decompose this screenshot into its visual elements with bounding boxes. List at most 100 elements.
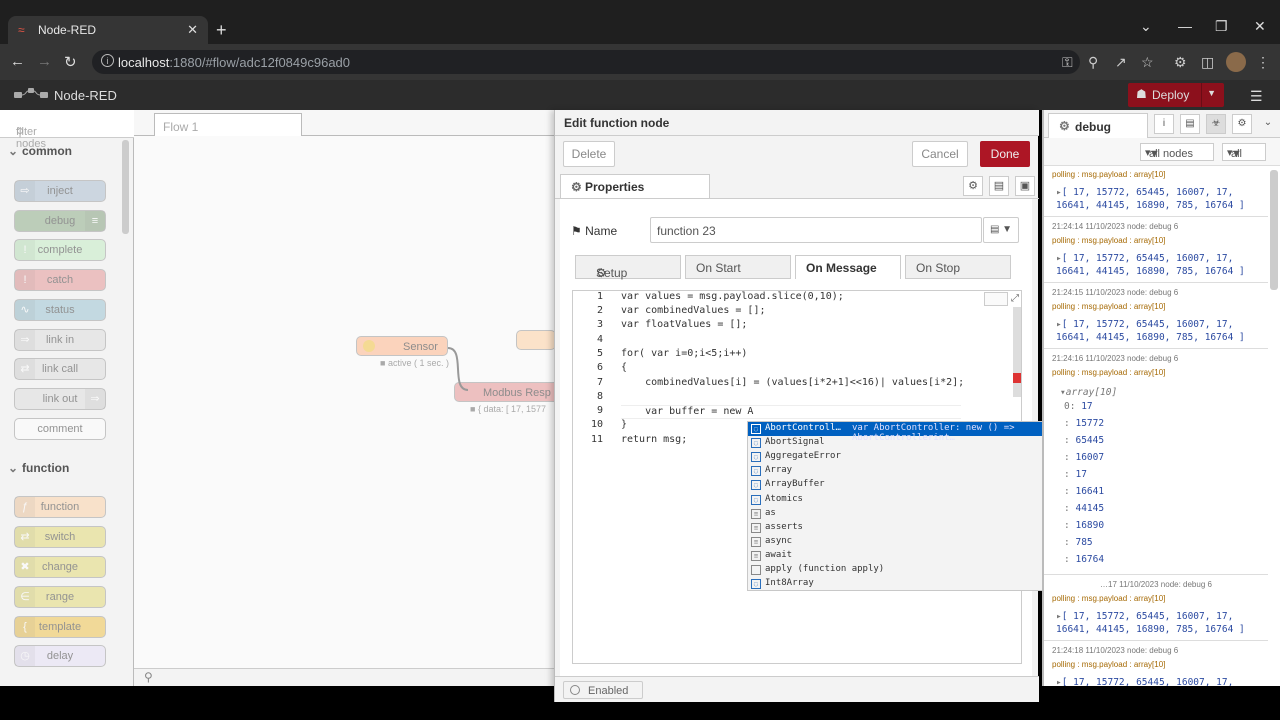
editor-scrollbar[interactable] (1013, 307, 1021, 397)
new-tab-icon[interactable]: + (216, 20, 227, 41)
tab-search-icon[interactable]: ⌄ (1140, 18, 1152, 35)
config-gear-icon[interactable]: ⚙ (1232, 114, 1252, 134)
tab-on-start[interactable]: On Start (685, 255, 791, 279)
appearance-icon[interactable]: ▣ (1015, 176, 1035, 196)
palette-node-status[interactable]: ∿ status (14, 299, 106, 321)
autocomplete-item[interactable]: ≡ await (748, 549, 1070, 563)
enabled-toggle[interactable]: Enabled (563, 681, 643, 699)
msg-meta: …17 11/10/2023 node: debug 6 (1100, 580, 1212, 589)
delete-button[interactable]: Delete (563, 141, 615, 167)
address-bar[interactable]: i localhost:1880/#flow/adc12f0849c96ad0 … (92, 50, 1080, 74)
autocomplete-item[interactable]: ◌ AbortControll… var AbortController: new … (748, 422, 1070, 443)
description-icon[interactable]: ▤ (989, 176, 1009, 196)
palette-node-template[interactable]: {template (14, 616, 106, 638)
msg-value[interactable]: ▸[ 17, 15772, 65445, 16007, 17, 16641, 4… (1056, 252, 1245, 278)
palette-category-common[interactable]: ⌄ common (8, 144, 72, 158)
palette-node-link-in[interactable]: ⇒ link in (14, 329, 106, 351)
done-button[interactable]: Done (980, 141, 1030, 167)
back-icon[interactable]: ← (10, 53, 25, 70)
zoom-icon[interactable]: ⚲ (1088, 54, 1098, 71)
minimize-icon[interactable]: — (1178, 18, 1192, 34)
palette-scrollbar[interactable] (122, 140, 129, 234)
msg-topic: polling : msg.payload : array[10] (1052, 170, 1166, 179)
minimap[interactable] (984, 292, 1008, 306)
reload-icon[interactable]: ↻ (64, 53, 77, 71)
palette-node-change[interactable]: ✖ change (14, 556, 106, 578)
tab-properties[interactable]: ⚙ Properties (560, 174, 710, 198)
autocomplete-item[interactable]: ≡ asserts (748, 521, 1070, 535)
palette-node-range[interactable]: ∈ range (14, 586, 106, 608)
palette-node-debug[interactable]: debug ≡ (14, 210, 106, 232)
chevron-down-icon[interactable]: ⌄ (1258, 114, 1278, 134)
tab-on-stop[interactable]: On Stop (905, 255, 1011, 279)
site-info-icon[interactable]: i (101, 54, 114, 67)
settings-icon[interactable]: ⚙ (963, 176, 983, 196)
palette-node-function[interactable]: ƒ function (14, 496, 106, 518)
profile-avatar[interactable] (1226, 52, 1246, 72)
close-window-icon[interactable]: ✕ (1254, 18, 1266, 35)
name-input[interactable]: function 23 (650, 217, 982, 243)
palette-filter-input[interactable]: ⚲ filter nodes (0, 110, 134, 150)
browser-tab[interactable]: ≈ Node-RED ✕ (8, 16, 208, 44)
palette-node-catch[interactable]: ! catch (14, 269, 106, 291)
close-tab-icon[interactable]: ✕ (187, 22, 198, 38)
debug-toolbar: ▼ all nodes ▾ ▼ all ▾ (1044, 138, 1280, 166)
sidepanel-icon[interactable]: ◫ (1201, 54, 1214, 71)
autocomplete-item[interactable]: ◌ AggregateError (748, 450, 1070, 464)
keyword-icon: ≡ (751, 523, 761, 533)
msg-value[interactable]: ▸[ 17, 15772, 65445, 16007, 17, 16641, 4… (1056, 186, 1245, 212)
browser-toolbar: ← → ↻ i localhost:1880/#flow/adc12f0849c… (0, 44, 1280, 80)
deploy-button[interactable]: ☗ Deploy ▼ (1128, 83, 1224, 107)
main-menu-icon[interactable]: ☰ (1250, 88, 1263, 105)
flow-node-sensor[interactable]: Sensor (356, 336, 448, 356)
help-book-icon[interactable]: ▤ (1180, 114, 1200, 134)
autocomplete-item[interactable]: apply (function apply) (748, 563, 1070, 577)
palette-node-delay[interactable]: ◷ delay (14, 645, 106, 667)
forward-icon[interactable]: → (37, 53, 52, 70)
tab-on-message[interactable]: On Message (795, 255, 901, 279)
palette-node-switch[interactable]: ⇄ switch (14, 526, 106, 548)
sidebar-scrollbar[interactable] (1270, 170, 1278, 290)
autocomplete-item[interactable]: ◌ Atomics (748, 493, 1070, 507)
code-line: return msg; (621, 434, 688, 445)
info-icon[interactable]: i (1154, 114, 1174, 134)
msg-value[interactable]: ▸[ 17, 15772, 65445, 16007, 17, 16641, 4… (1056, 318, 1245, 344)
tab-flow-1[interactable]: Flow 1 (154, 113, 302, 137)
key-icon[interactable]: ⚿ (1062, 54, 1073, 71)
autocomplete-item[interactable]: ≡ async (748, 535, 1070, 549)
cancel-button[interactable]: Cancel (912, 141, 968, 167)
palette-node-link-out[interactable]: link out ⇒ (14, 388, 106, 410)
expand-editor-icon[interactable]: ⤢ (1011, 293, 1019, 304)
extensions-icon[interactable]: ⚙ (1174, 54, 1187, 71)
debug-bug-icon[interactable]: ☣ (1206, 114, 1226, 134)
bookmark-star-icon[interactable]: ☆ (1141, 54, 1154, 71)
filter-all-button[interactable]: ▼ all ▾ (1222, 143, 1266, 161)
tab-setup[interactable]: ⚙ Setup (575, 255, 681, 280)
browser-menu-icon[interactable]: ⋮ (1256, 54, 1270, 71)
msg-value[interactable]: ▸[ 17, 15772, 65445, 16007, 17, 16641, 4… (1056, 610, 1245, 636)
flow-node-function[interactable] (516, 330, 556, 350)
restore-icon[interactable]: ❐ (1215, 18, 1228, 35)
share-icon[interactable]: ↗ (1115, 54, 1127, 71)
flow-wire (447, 347, 469, 391)
name-icon-dropdown[interactable]: ▤ ▼ (983, 217, 1019, 243)
autocomplete-item[interactable]: ◌ Int8Array (748, 577, 1070, 591)
msg-value[interactable]: ▸[ 17, 15772, 65445, 16007, 17, (1056, 676, 1233, 686)
filter-nodes-button[interactable]: ▼ all nodes ▾ (1140, 143, 1214, 161)
palette-node-link-call[interactable]: ⇄ link call (14, 358, 106, 380)
deploy-dropdown-icon[interactable]: ▼ (1207, 88, 1216, 98)
palette-node-comment[interactable]: comment (14, 418, 106, 440)
workspace-canvas[interactable]: Sensor ■ active ( 1 sec. ) Modbus Resp ■… (134, 136, 564, 668)
autocomplete-item[interactable]: ◌ AbortSignal (748, 436, 1070, 450)
search-icon[interactable]: ⚲ (144, 670, 153, 684)
msg-meta: 21:24:18 11/10/2023 node: debug 6 (1052, 646, 1179, 655)
palette-category-function[interactable]: ⌄ function (8, 461, 69, 475)
palette-node-complete[interactable]: ! complete (14, 239, 106, 261)
line-number: 4 (596, 334, 603, 345)
autocomplete-item[interactable]: ◌ ArrayBuffer (748, 478, 1070, 492)
msg-expanded-array[interactable]: ▾array[10] (1060, 387, 1117, 398)
tab-debug[interactable]: ⚙ debug (1048, 113, 1148, 138)
palette-node-inject[interactable]: ⇨ inject (14, 180, 106, 202)
autocomplete-item[interactable]: ◌ Array (748, 464, 1070, 478)
autocomplete-item[interactable]: ≡ as (748, 507, 1070, 521)
